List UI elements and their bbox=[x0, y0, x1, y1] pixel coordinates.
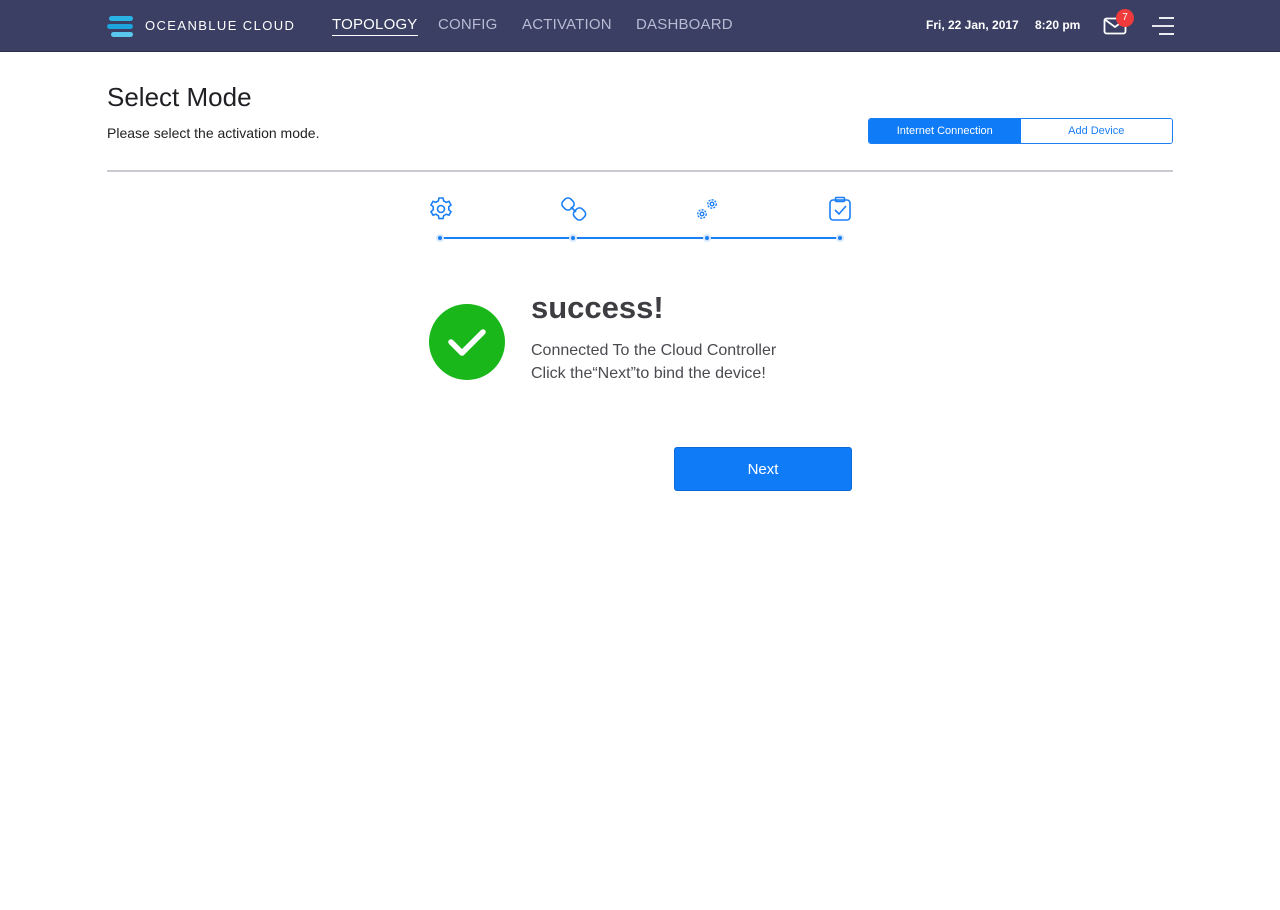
link-icon bbox=[561, 197, 587, 221]
step-connector bbox=[574, 237, 708, 239]
page-title: Select Mode bbox=[107, 82, 252, 112]
step-connector bbox=[708, 237, 841, 239]
gear-icon bbox=[429, 197, 453, 220]
success-message-line-2: Click the“Next”to bind the device! bbox=[531, 365, 766, 382]
menu-icon[interactable] bbox=[1151, 16, 1175, 36]
gears-icon bbox=[697, 199, 717, 219]
step-connector bbox=[441, 237, 574, 239]
brand-name[interactable]: OCEANBLUE CLOUD bbox=[145, 18, 295, 33]
success-message-line-1: Connected To the Cloud Controller bbox=[531, 342, 777, 359]
step-dot-3 bbox=[703, 234, 711, 242]
activation-stepper bbox=[420, 190, 860, 250]
header-divider bbox=[107, 170, 1173, 172]
page-subtitle: Please select the activation mode. bbox=[107, 125, 320, 141]
next-button[interactable]: Next bbox=[674, 447, 852, 491]
mode-add-device-button[interactable]: Add Device bbox=[1020, 119, 1172, 143]
checkmark-icon bbox=[448, 329, 486, 356]
top-navigation-bar: OCEANBLUE CLOUD TOPOLOGY CONFIG ACTIVATI… bbox=[0, 0, 1280, 52]
logo-icon[interactable] bbox=[107, 16, 133, 38]
mode-segmented-control: Internet Connection Add Device bbox=[868, 118, 1173, 144]
current-time: 8:20 pm bbox=[1035, 18, 1081, 32]
success-badge bbox=[429, 304, 505, 380]
nav-activation[interactable]: ACTIVATION bbox=[522, 16, 612, 33]
step-dot-2 bbox=[569, 234, 577, 242]
clipboard-check-icon bbox=[829, 196, 851, 221]
mode-internet-connection-button[interactable]: Internet Connection bbox=[869, 119, 1021, 143]
success-title: success! bbox=[531, 290, 664, 325]
nav-dashboard[interactable]: DASHBOARD bbox=[636, 16, 733, 33]
nav-config[interactable]: CONFIG bbox=[438, 16, 498, 33]
step-dot-1 bbox=[436, 234, 444, 242]
current-date: Fri, 22 Jan, 2017 bbox=[926, 18, 1019, 32]
nav-topology[interactable]: TOPOLOGY bbox=[332, 16, 418, 36]
step-dot-4 bbox=[836, 234, 844, 242]
mail-count-badge: 7 bbox=[1116, 9, 1134, 27]
